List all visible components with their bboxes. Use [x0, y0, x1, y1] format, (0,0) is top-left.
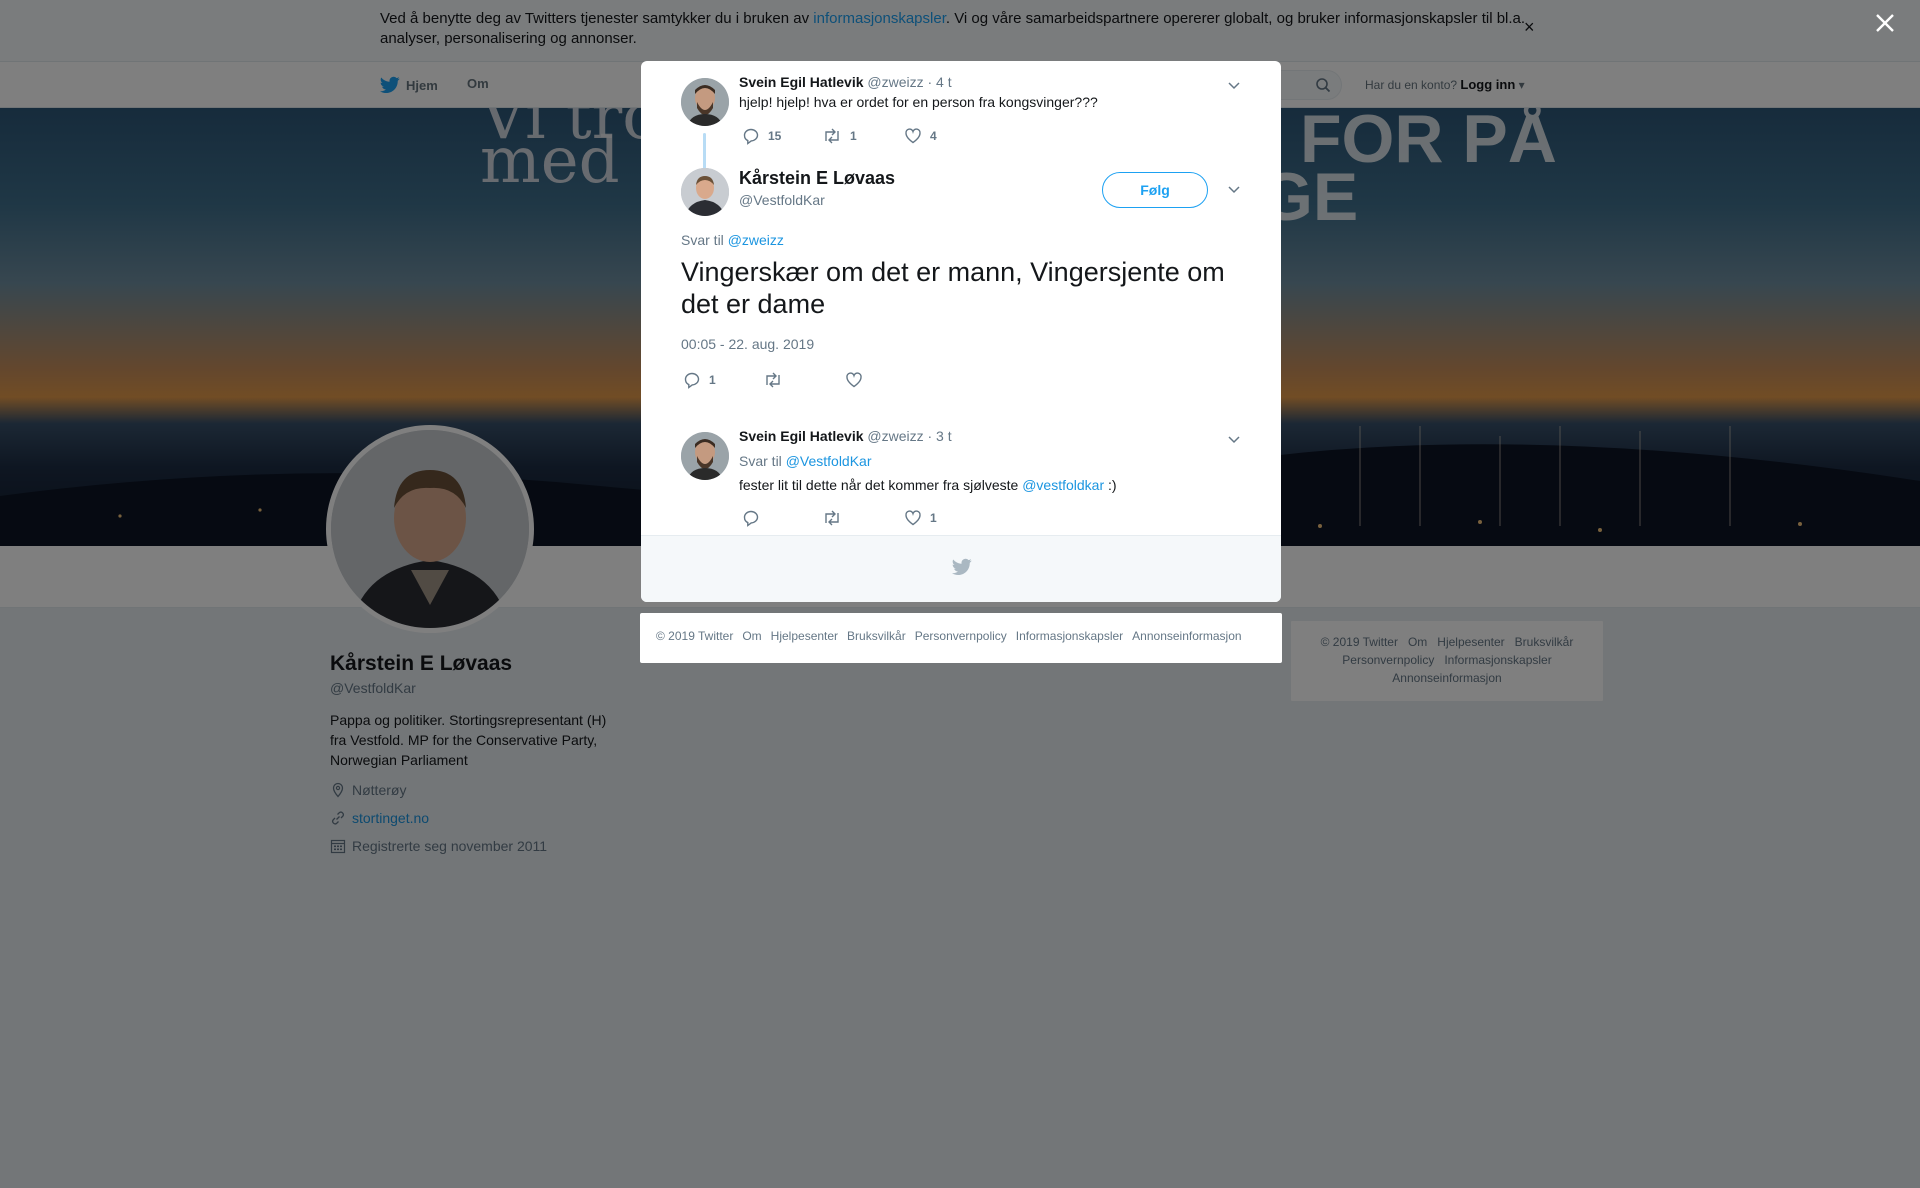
main-tweet-avatar[interactable]	[681, 168, 729, 216]
parent-tweet-actions: 15 1 4	[742, 127, 937, 145]
tweet-author-name[interactable]: Svein Egil Hatlevik	[739, 428, 864, 444]
tweet-time[interactable]: · 4 t	[928, 74, 952, 90]
tweet-time[interactable]: · 3 t	[928, 428, 952, 444]
like-button[interactable]: 1	[904, 509, 937, 527]
avatar-image	[681, 78, 729, 126]
avatar-image	[681, 432, 729, 480]
footer-link[interactable]: Bruksvilkår	[847, 629, 906, 643]
chevron-down-icon[interactable]	[1227, 182, 1241, 196]
footer-link[interactable]: Personvernpolicy	[915, 629, 1007, 643]
parent-tweet-avatar[interactable]	[681, 78, 729, 126]
reply-icon	[743, 510, 759, 527]
thread-connector	[703, 133, 706, 169]
footer-link[interactable]: Hjelpesenter	[771, 629, 838, 643]
footer-link[interactable]: Informasjonskapsler	[1016, 629, 1123, 643]
chevron-down-icon[interactable]	[1227, 432, 1241, 446]
reply-tweet-reply-context: Svar til @VestfoldKar	[739, 453, 872, 469]
parent-tweet-text: hjelp! hjelp! hva er ordet for en person…	[739, 94, 1098, 110]
heart-icon	[905, 510, 921, 526]
reply-tweet-avatar[interactable]	[681, 432, 729, 480]
reply-count: 1	[709, 373, 716, 387]
reply-button[interactable]	[742, 509, 822, 527]
heart-icon	[846, 372, 862, 388]
main-tweet-actions: 1	[683, 371, 871, 389]
main-tweet-reply-context: Svar til @zweizz	[681, 232, 784, 248]
reply-count: 15	[768, 129, 782, 143]
retweet-icon	[825, 128, 839, 144]
tweet-author-handle[interactable]: @zweizz	[867, 428, 923, 444]
reply-icon	[684, 372, 700, 389]
main-tweet-author-name[interactable]: Kårstein E Løvaas	[739, 168, 895, 189]
reply-icon	[743, 128, 759, 145]
reply-button[interactable]: 15	[742, 127, 822, 145]
tweet-author-handle[interactable]: @zweizz	[867, 74, 923, 90]
mention-link[interactable]: @VestfoldKar	[786, 453, 872, 469]
main-tweet-author-handle[interactable]: @VestfoldKar	[739, 192, 825, 208]
mention-link[interactable]: @zweizz	[728, 232, 784, 248]
heart-icon	[905, 128, 921, 144]
close-icon[interactable]	[1874, 12, 1896, 34]
footer-link[interactable]: Om	[742, 629, 761, 643]
tweet-author-name[interactable]: Svein Egil Hatlevik	[739, 74, 864, 90]
mention-link[interactable]: @vestfoldkar	[1022, 477, 1104, 493]
retweet-button[interactable]: 1	[822, 127, 904, 145]
chevron-down-icon[interactable]	[1227, 78, 1241, 92]
tweet-permalink-modal: Svein Egil Hatlevik @zweizz · 4 t hjelp!…	[641, 61, 1281, 602]
reply-tweet-actions: 1	[742, 509, 937, 527]
footer-link[interactable]: © 2019 Twitter	[656, 629, 733, 643]
parent-tweet-header: Svein Egil Hatlevik @zweizz · 4 t	[739, 74, 952, 90]
like-count: 4	[930, 129, 937, 143]
avatar-image	[681, 168, 729, 216]
retweet-button[interactable]	[763, 371, 845, 389]
main-tweet-text: Vingerskær om det er mann, Vingersjente …	[681, 257, 1225, 319]
like-button[interactable]: 4	[904, 127, 937, 145]
modal-footer-links: © 2019 Twitter Om Hjelpesenter Bruksvilkår P…	[640, 613, 1282, 663]
reply-tweet-text: fester lit til dette når det kommer fra …	[739, 477, 1117, 493]
retweet-icon	[825, 510, 839, 526]
retweet-icon	[766, 372, 780, 388]
main-tweet-timestamp[interactable]: 00:05 - 22. aug. 2019	[681, 336, 814, 352]
like-button[interactable]	[845, 371, 871, 389]
footer-link[interactable]: Annonseinformasjon	[1132, 629, 1241, 643]
modal-bottom-bar	[641, 535, 1281, 602]
retweet-button[interactable]	[822, 509, 904, 527]
reply-tweet-header: Svein Egil Hatlevik @zweizz · 3 t	[739, 428, 952, 444]
twitter-bird-icon	[952, 558, 972, 575]
retweet-count: 1	[850, 129, 857, 143]
reply-button[interactable]: 1	[683, 371, 763, 389]
like-count: 1	[930, 511, 937, 525]
follow-button[interactable]: Følg	[1102, 172, 1208, 208]
